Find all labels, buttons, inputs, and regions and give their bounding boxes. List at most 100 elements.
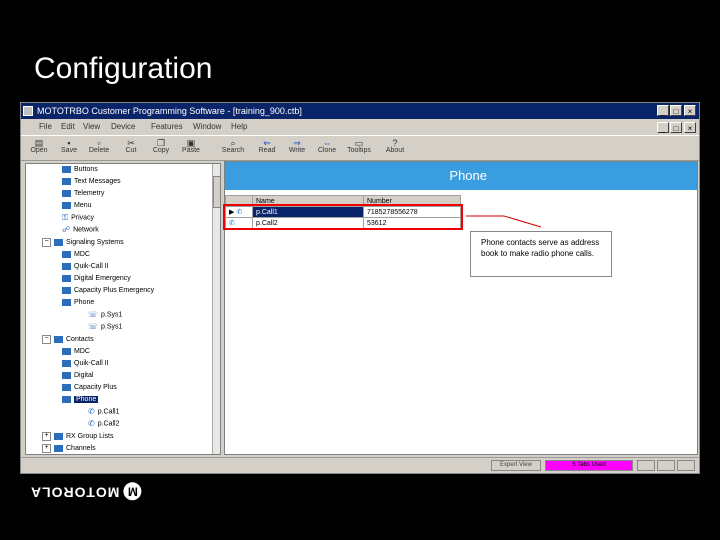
folder-icon <box>62 165 71 173</box>
delete-button[interactable]: ▫ Delete <box>85 138 113 160</box>
toolbar: ▤ Open ▪ Save ▫ Delete ✂ Cut ❐ Copy ▣ Paste ⌕ S… <box>21 135 699 161</box>
tree-node-quik-call[interactable]: Quik-Call II <box>62 261 109 272</box>
paste-button[interactable]: ▣ Paste <box>177 138 205 160</box>
menu-file[interactable]: File <box>39 122 52 131</box>
minimize-button[interactable]: _ <box>657 105 669 116</box>
about-button[interactable]: ? About <box>381 138 409 160</box>
tooltips-icon: ▭ <box>354 138 364 148</box>
phone-system-icon: ☏ <box>88 322 99 331</box>
folder-icon <box>62 395 71 403</box>
clone-icon: ⇔ <box>322 138 332 148</box>
tree-view[interactable]: Buttons Text Messages Telemetry Menu ⚿ Pr… <box>25 163 221 455</box>
status-bar: Expert View 5 Tabs Used <box>21 457 699 473</box>
motorola-mark-icon: M <box>123 482 142 500</box>
menu-features[interactable]: Features <box>151 122 183 131</box>
tree-node-text-messages[interactable]: Text Messages <box>62 176 121 187</box>
folder-icon <box>62 262 71 270</box>
phone-contact-icon: ✆ <box>88 419 95 428</box>
tree-node-mdc[interactable]: MDC <box>62 249 90 260</box>
panel-header: Phone <box>225 162 697 190</box>
tree-node-menu[interactable]: Menu <box>62 200 92 211</box>
tree-node-digital-emergency[interactable]: Digital Emergency <box>62 273 131 284</box>
copy-button[interactable]: ❐ Copy <box>147 138 175 160</box>
menu-window[interactable]: Window <box>193 122 221 131</box>
tree-node-signaling-systems[interactable]: − Signaling Systems <box>42 237 124 248</box>
collapse-icon[interactable]: − <box>42 237 51 247</box>
folder-icon <box>62 286 71 294</box>
mdi-minimize-button[interactable]: _ <box>657 122 669 133</box>
tree-node-psys1[interactable]: ☏ p.Sys1 <box>88 309 122 320</box>
tree-node-contacts-quik-call[interactable]: Quik-Call II <box>62 358 109 369</box>
save-icon: ▪ <box>67 138 71 148</box>
network-icon: ☍ <box>62 225 71 234</box>
folder-icon <box>54 444 63 452</box>
paste-icon: ▣ <box>186 138 196 148</box>
folder-icon <box>54 432 63 440</box>
tree-node-contacts-capacity-plus[interactable]: Capacity Plus <box>62 382 117 393</box>
collapse-icon[interactable]: − <box>42 334 51 344</box>
tree-node-phone-systems[interactable]: Phone <box>62 297 94 308</box>
scrollbar-thumb[interactable] <box>213 176 220 208</box>
tree-node-pcall2[interactable]: ✆ p.Call2 <box>88 418 120 429</box>
status-cell-blank <box>677 460 695 471</box>
mdi-close-button[interactable]: × <box>684 122 696 133</box>
phone-system-icon: ☏ <box>88 310 99 319</box>
cut-button[interactable]: ✂ Cut <box>117 138 145 160</box>
expand-icon[interactable]: + <box>42 431 51 441</box>
read-button[interactable]: ⇐ Read <box>253 138 281 160</box>
mdi-restore-button[interactable]: □ <box>670 122 682 133</box>
status-cell-blank <box>657 460 675 471</box>
tree-node-contacts-digital[interactable]: Digital <box>62 370 93 381</box>
close-button[interactable]: × <box>684 105 696 116</box>
folder-icon <box>62 347 71 355</box>
menu-bar: File Edit View Device Features Window He… <box>21 119 699 135</box>
folder-icon <box>62 371 71 379</box>
folder-icon <box>62 177 71 185</box>
folder-icon <box>62 274 71 282</box>
window-title: MOTOTRBO Customer Programming Software -… <box>37 106 302 116</box>
key-icon: ⚿ <box>62 213 69 222</box>
tree-node-psys2[interactable]: ☏ p.Sys1 <box>88 321 122 332</box>
window-titlebar[interactable]: MOTOTRBO Customer Programming Software -… <box>21 103 699 119</box>
tree-node-telemetry[interactable]: Telemetry <box>62 188 104 199</box>
motorola-logo: MMOTOROLA <box>30 482 142 500</box>
search-icon: ⌕ <box>230 138 236 148</box>
menu-view[interactable]: View <box>83 122 100 131</box>
about-icon: ? <box>392 138 398 148</box>
tooltips-button[interactable]: ▭ Tooltips <box>345 138 373 160</box>
tree-node-channels[interactable]: + Channels <box>42 443 96 454</box>
highlight-box <box>223 204 463 230</box>
folder-icon <box>54 238 63 246</box>
save-button[interactable]: ▪ Save <box>55 138 83 160</box>
tree-node-network[interactable]: ☍ Network <box>62 224 99 235</box>
folder-icon <box>62 201 71 209</box>
cps-window: MOTOTRBO Customer Programming Software -… <box>20 102 700 474</box>
folder-icon <box>62 250 71 258</box>
search-button[interactable]: ⌕ Search <box>219 138 247 160</box>
tree-node-contacts-mdc[interactable]: MDC <box>62 346 90 357</box>
tree-node-capacity-plus-emergency[interactable]: Capacity Plus Emergency <box>62 285 154 296</box>
folder-icon <box>62 189 71 197</box>
tree-node-pcall1[interactable]: ✆ p.Call1 <box>88 406 120 417</box>
status-cell-blank <box>637 460 655 471</box>
maximize-button[interactable]: □ <box>670 105 682 116</box>
tree-node-contacts[interactable]: − Contacts <box>42 334 94 345</box>
cut-icon: ✂ <box>127 138 135 148</box>
tree-node-privacy[interactable]: ⚿ Privacy <box>62 212 94 223</box>
slide-title: Configuration <box>34 52 213 85</box>
clone-button[interactable]: ⇔ Clone <box>313 138 341 160</box>
menu-edit[interactable]: Edit <box>61 122 75 131</box>
open-icon: ▤ <box>34 138 44 148</box>
copy-icon: ❐ <box>156 138 166 148</box>
tree-node-buttons[interactable]: Buttons <box>62 164 98 175</box>
tree-scrollbar[interactable] <box>212 164 220 454</box>
menu-help[interactable]: Help <box>231 122 247 131</box>
expand-icon[interactable]: + <box>42 443 51 453</box>
open-button[interactable]: ▤ Open <box>25 138 53 160</box>
tree-node-contacts-phone[interactable]: Phone <box>62 394 99 405</box>
write-icon: ⇒ <box>293 138 301 148</box>
menu-device[interactable]: Device <box>111 122 135 131</box>
tree-node-rx-group-lists[interactable]: + RX Group Lists <box>42 431 113 442</box>
write-button[interactable]: ⇒ Write <box>283 138 311 160</box>
read-icon: ⇐ <box>263 138 271 148</box>
